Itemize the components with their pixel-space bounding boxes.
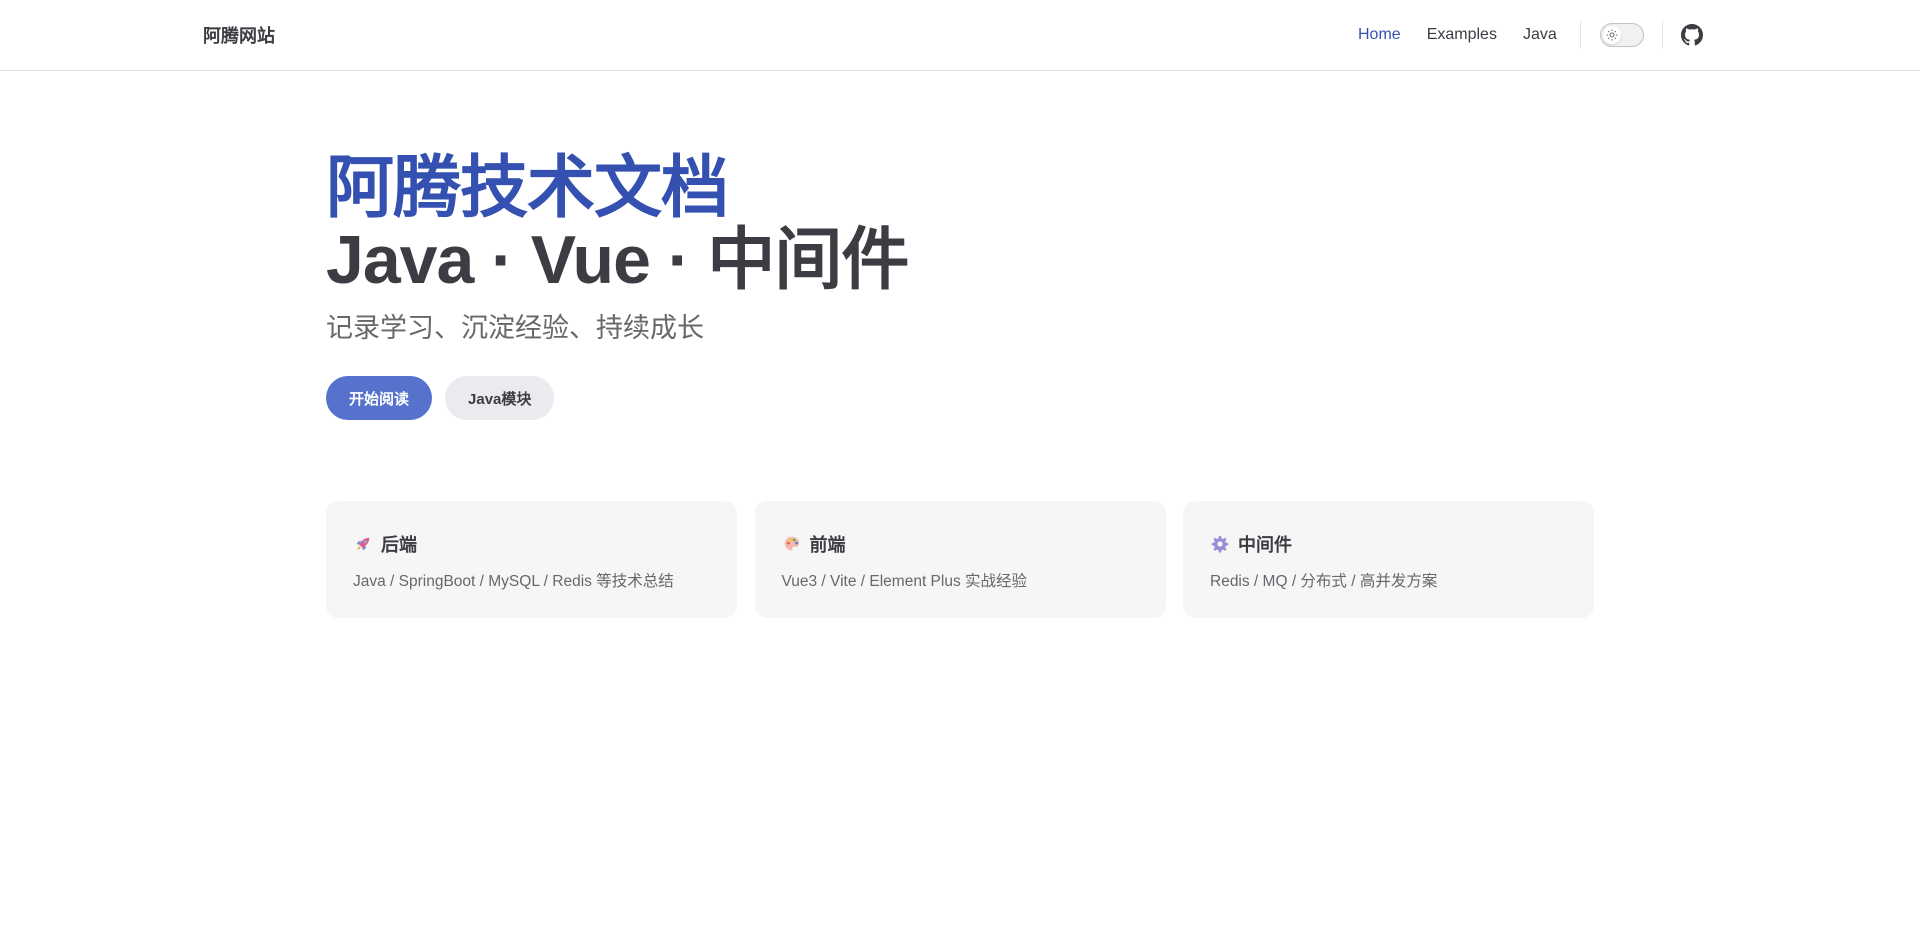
sun-icon [1602, 26, 1621, 44]
hero-name: 阿腾技术文档 [326, 150, 729, 226]
hero-tagline: 记录学习、沉淀经验、持续成长 [326, 313, 704, 343]
feature-card-backend[interactable]: 后端 Java / SpringBoot / MySQL / Redis 等技术… [326, 501, 737, 618]
features: 后端 Java / SpringBoot / MySQL / Redis 等技术… [326, 501, 1594, 618]
java-module-button[interactable]: Java模块 [445, 376, 555, 420]
nav-link-java[interactable]: Java [1523, 26, 1557, 44]
feature-card-frontend[interactable]: 前端 Vue3 / Vite / Element Plus 实战经验 [754, 501, 1166, 618]
feature-title-text: 后端 [381, 535, 417, 555]
nav-link-examples[interactable]: Examples [1427, 26, 1497, 44]
nav-menu: Home Examples Java [1358, 0, 1704, 70]
hero-text: Java · Vue · 中间件 [326, 222, 909, 298]
feature-title-text: 中间件 [1238, 535, 1292, 555]
feature-title: 中间件 [1210, 531, 1567, 557]
feature-title-text: 前端 [809, 535, 846, 555]
navbar: 阿腾网站 Home Examples Java [0, 0, 1920, 71]
nav-link-home[interactable]: Home [1358, 26, 1401, 44]
hero-actions: 开始阅读 Java模块 [326, 376, 1596, 420]
site-title[interactable]: 阿腾网站 [203, 22, 275, 48]
feature-details: Redis / MQ / 分布式 / 高并发方案 [1210, 573, 1438, 590]
palette-icon [782, 534, 802, 554]
hero: 阿腾技术文档 Java · Vue · 中间件 记录学习、沉淀经验、持续成长 开… [326, 152, 1596, 420]
feature-details: Java / SpringBoot / MySQL / Redis 等技术总结 [353, 573, 674, 590]
github-icon[interactable] [1680, 23, 1704, 47]
nav-divider [1661, 21, 1663, 49]
theme-toggle[interactable] [1599, 23, 1644, 47]
nav-divider [1579, 21, 1581, 49]
gear-icon [1210, 534, 1230, 554]
start-reading-button[interactable]: 开始阅读 [326, 376, 433, 420]
feature-title: 前端 [782, 531, 1139, 557]
feature-details: Vue3 / Vite / Element Plus 实战经验 [781, 573, 1028, 590]
feature-title: 后端 [353, 531, 710, 557]
feature-card-middleware[interactable]: 中间件 Redis / MQ / 分布式 / 高并发方案 [1183, 501, 1594, 618]
rocket-icon [353, 534, 373, 554]
